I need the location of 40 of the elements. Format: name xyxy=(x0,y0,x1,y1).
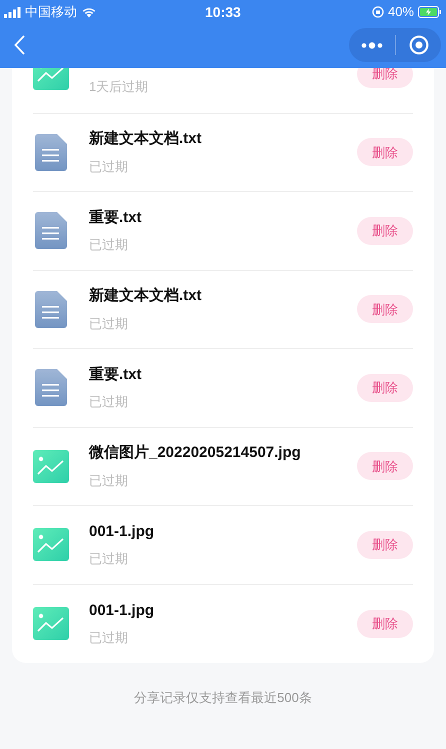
delete-button[interactable]: 删除 xyxy=(357,530,413,559)
wifi-icon xyxy=(81,6,97,18)
image-file-icon xyxy=(33,607,69,640)
delete-button[interactable]: 删除 xyxy=(357,452,413,480)
target-icon xyxy=(408,35,428,55)
signal-icon xyxy=(4,6,22,18)
document-icon xyxy=(35,212,67,250)
battery-icon xyxy=(418,6,442,18)
file-name: 重要.txt xyxy=(89,364,142,385)
document-icon xyxy=(35,290,67,328)
carrier-name: 中国移动 xyxy=(25,3,77,22)
image-file-icon xyxy=(33,528,69,562)
expiry-status: 已过期 xyxy=(89,158,129,176)
image-file-icon xyxy=(33,450,69,483)
delete-button[interactable]: 删除 xyxy=(357,374,413,402)
expiry-status: 已过期 xyxy=(89,550,129,568)
delete-button[interactable]: 删除 xyxy=(357,610,413,638)
document-icon xyxy=(35,369,67,406)
expiry-status: 1天后过期 xyxy=(89,78,150,96)
file-name: 新建文本文档.txt xyxy=(89,286,202,306)
back-icon xyxy=(14,35,24,55)
file-name: 微信图片_20220205214507.jpg xyxy=(89,443,302,464)
expiry-status: 已过期 xyxy=(89,314,129,333)
delete-button[interactable]: 删除 xyxy=(357,138,413,166)
expiry-status: 已过期 xyxy=(89,472,129,490)
clock-time: 10:33 xyxy=(205,2,241,22)
delete-button[interactable]: 删除 xyxy=(357,216,413,245)
more-icon xyxy=(361,42,383,48)
battery-percent: 40% xyxy=(388,3,414,22)
expiry-status: 已过期 xyxy=(89,629,129,648)
footer-note: 分享记录仅支持查看最近500条 xyxy=(134,689,312,707)
file-name: 001-1.jpg xyxy=(89,522,156,542)
file-name: 001-1.jpg xyxy=(89,600,156,621)
delete-button[interactable]: 删除 xyxy=(357,295,413,324)
rotation-lock-icon xyxy=(372,6,384,18)
document-icon xyxy=(35,134,67,171)
expiry-status: 已过期 xyxy=(89,393,129,412)
file-name: 新建文本文档.txt xyxy=(89,129,202,150)
file-name: 重要.txt xyxy=(89,208,142,228)
expiry-status: 已过期 xyxy=(89,236,129,254)
